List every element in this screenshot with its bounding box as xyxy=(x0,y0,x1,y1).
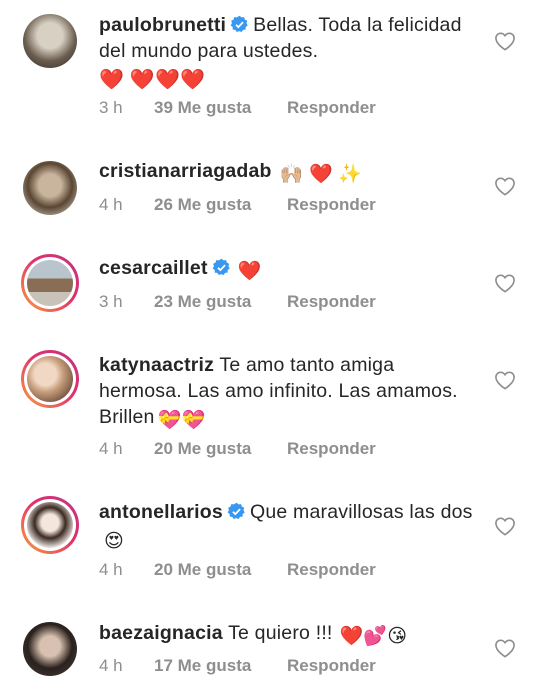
comment-meta: 3 h 23 Me gusta Responder xyxy=(99,292,376,312)
comment-text: Te quiero !!! xyxy=(228,622,333,644)
avatar[interactable] xyxy=(21,350,79,408)
likes-count[interactable]: 39 Me gusta xyxy=(154,98,287,118)
heart-outline-icon[interactable] xyxy=(494,176,516,196)
verified-badge-icon xyxy=(227,502,245,520)
emoji-group: ❤️ xyxy=(237,261,262,282)
reply-button[interactable]: Responder xyxy=(287,292,376,312)
likes-count[interactable]: 23 Me gusta xyxy=(154,292,287,312)
avatar[interactable] xyxy=(21,620,79,678)
timestamp: 4 h xyxy=(99,560,123,579)
reply-button[interactable]: Responder xyxy=(287,98,376,118)
comment-meta: 4 h 26 Me gusta Responder xyxy=(99,195,376,215)
timestamp: 4 h xyxy=(99,656,123,675)
comment-body: paulobrunetti Bellas. Toda la felicidad d… xyxy=(99,12,479,93)
avatar[interactable] xyxy=(21,496,79,554)
reply-button[interactable]: Responder xyxy=(287,439,376,459)
comment-meta: 3 h 39 Me gusta Responder xyxy=(99,98,376,118)
avatar[interactable] xyxy=(21,12,79,70)
comment-body: cristianarriagadab 🙌🏼 ❤️ ✨ xyxy=(99,158,479,188)
emoji-group: 🙌🏼 ❤️ ✨ xyxy=(279,164,363,185)
timestamp: 4 h xyxy=(99,439,123,458)
comment-body: baezaignacia Te quiero !!! ❤️💕😘 xyxy=(99,620,479,650)
comment-body: cesarcaillet ❤️ xyxy=(99,255,479,285)
heart-outline-icon[interactable] xyxy=(494,273,516,293)
comment-meta: 4 h 20 Me gusta Responder xyxy=(99,560,376,580)
comment-text: Que maravillosas las dos xyxy=(249,501,473,523)
comment-meta: 4 h 17 Me gusta Responder xyxy=(99,656,376,676)
emoji-group: 💝💝 xyxy=(157,410,206,431)
emoji-group: 😍 xyxy=(104,531,125,552)
likes-count[interactable]: 26 Me gusta xyxy=(154,195,287,215)
reply-button[interactable]: Responder xyxy=(287,195,376,215)
likes-count[interactable]: 20 Me gusta xyxy=(154,560,287,580)
timestamp: 3 h xyxy=(99,98,123,117)
heart-outline-icon[interactable] xyxy=(494,516,516,536)
likes-count[interactable]: 17 Me gusta xyxy=(154,656,287,676)
emoji-group: ❤️💕😘 xyxy=(339,626,408,647)
heart-outline-icon[interactable] xyxy=(494,638,516,658)
username[interactable]: katynaactriz xyxy=(99,354,214,376)
username[interactable]: paulobrunetti xyxy=(99,14,226,36)
avatar[interactable] xyxy=(21,159,79,217)
comment-body: katynaactriz Te amo tanto amiga hermosa.… xyxy=(99,352,479,434)
avatar[interactable] xyxy=(21,254,79,312)
heart-outline-icon[interactable] xyxy=(494,31,516,51)
comment-body: antonellarios Que maravillosas las dos 😍 xyxy=(99,499,479,555)
comment-meta: 4 h 20 Me gusta Responder xyxy=(99,439,376,459)
reply-button[interactable]: Responder xyxy=(287,560,376,580)
heart-outline-icon[interactable] xyxy=(494,370,516,390)
emoji-group: ❤️ ❤️❤️❤️ xyxy=(99,69,206,91)
verified-badge-icon xyxy=(212,258,230,276)
reply-button[interactable]: Responder xyxy=(287,656,376,676)
likes-count[interactable]: 20 Me gusta xyxy=(154,439,287,459)
timestamp: 3 h xyxy=(99,292,123,311)
username[interactable]: cesarcaillet xyxy=(99,257,208,279)
verified-badge-icon xyxy=(230,15,248,33)
timestamp: 4 h xyxy=(99,195,123,214)
username[interactable]: antonellarios xyxy=(99,501,223,523)
username[interactable]: baezaignacia xyxy=(99,622,223,644)
username[interactable]: cristianarriagadab xyxy=(99,160,272,182)
